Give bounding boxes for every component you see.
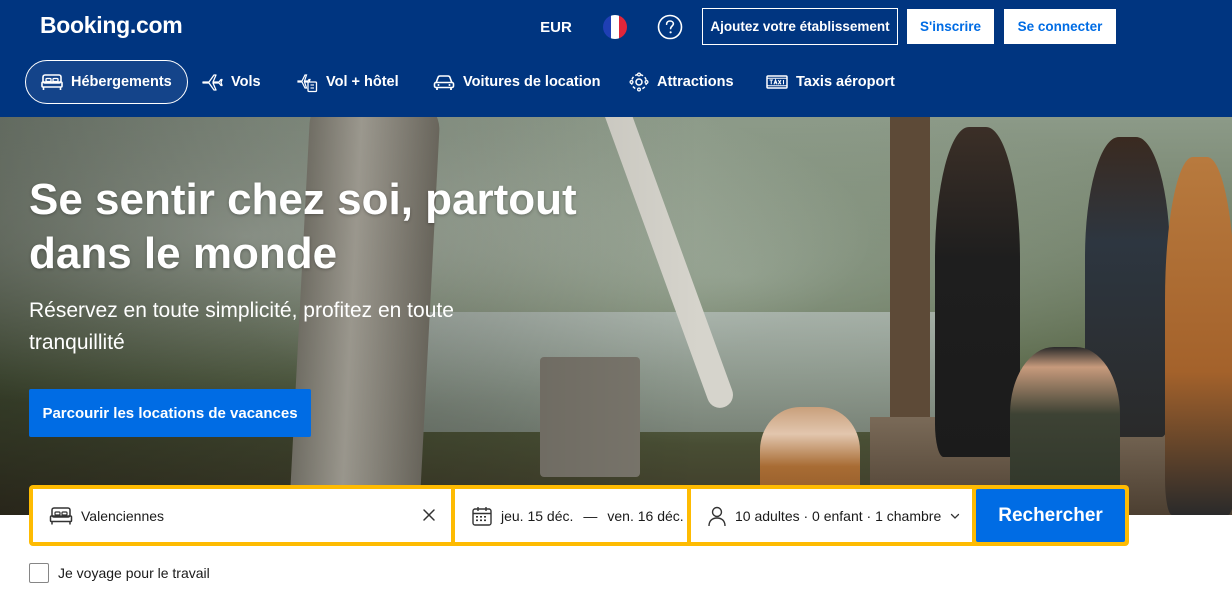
work-travel-option[interactable]: Je voyage pour le travail	[29, 563, 210, 583]
nav-tab-label: Hébergements	[71, 74, 172, 90]
hero-title: Se sentir chez soi, partout dans le mond…	[29, 175, 577, 278]
nav-tab-car-rentals[interactable]: Voitures de location	[433, 60, 601, 104]
france-flag-icon[interactable]	[603, 15, 627, 39]
car-icon	[433, 75, 455, 90]
top-header: Booking.com EUR Ajoutez votre établissem…	[0, 0, 1232, 117]
currency-selector[interactable]: EUR	[533, 18, 579, 38]
bed-icon	[49, 506, 73, 524]
hero-photo-person	[935, 127, 1020, 457]
search-bar: Valenciennes jeu. 15 déc. — ven. 16 déc.…	[29, 485, 1129, 546]
product-nav: Hébergements Vols Vol + hôtel Voitures d…	[0, 58, 1232, 106]
nav-tab-label: Vols	[231, 74, 261, 90]
nav-tab-label: Taxis aéroport	[796, 74, 895, 90]
nav-tab-flights[interactable]: Vols	[201, 60, 261, 104]
taxi-icon	[766, 75, 788, 89]
nav-tab-label: Voitures de location	[463, 74, 601, 90]
plane-icon	[202, 74, 223, 91]
register-button[interactable]: S'inscrire	[906, 8, 995, 45]
booking-logo[interactable]: Booking.com	[40, 12, 183, 39]
attractions-icon	[629, 72, 649, 92]
hero-photo-person	[1165, 157, 1232, 515]
hero-banner: Se sentir chez soi, partout dans le mond…	[0, 117, 1232, 515]
destination-field[interactable]: Valenciennes	[33, 489, 451, 542]
sign-in-button[interactable]: Se connecter	[1003, 8, 1117, 45]
work-travel-checkbox[interactable]	[29, 563, 49, 583]
person-icon	[708, 506, 726, 526]
calendar-icon	[472, 506, 492, 526]
flight-hotel-icon	[297, 74, 318, 93]
clear-icon[interactable]	[421, 507, 437, 523]
destination-value: Valenciennes	[81, 507, 165, 524]
guests-summary: 10 adultes · 0 enfant · 1 chambre	[735, 507, 942, 524]
nav-tab-label: Vol + hôtel	[326, 74, 399, 90]
work-travel-label: Je voyage pour le travail	[58, 565, 210, 581]
nav-tab-attractions[interactable]: Attractions	[629, 60, 734, 104]
date-separator: —	[583, 507, 598, 524]
hero-subtitle: Réservez en toute simplicité, profitez e…	[29, 299, 454, 354]
chevron-down-icon	[951, 513, 960, 519]
nav-tab-stays[interactable]: Hébergements	[25, 60, 188, 104]
dates-field[interactable]: jeu. 15 déc. — ven. 16 déc.	[455, 489, 687, 542]
search-button[interactable]: Rechercher	[976, 489, 1125, 542]
question-circle-icon[interactable]	[657, 14, 683, 40]
nav-tab-airport-taxis[interactable]: Taxis aéroport	[766, 60, 895, 104]
check-out-date: ven. 16 déc.	[607, 507, 684, 524]
nav-tab-flight-hotel[interactable]: Vol + hôtel	[296, 60, 399, 104]
list-property-button[interactable]: Ajoutez votre établissement	[702, 8, 898, 45]
guests-field[interactable]: 10 adultes · 0 enfant · 1 chambre	[691, 489, 972, 542]
nav-tab-label: Attractions	[657, 74, 734, 90]
bed-icon	[41, 74, 63, 90]
browse-vacation-rentals-button[interactable]: Parcourir les locations de vacances	[29, 389, 311, 437]
check-in-date: jeu. 15 déc.	[501, 507, 574, 524]
